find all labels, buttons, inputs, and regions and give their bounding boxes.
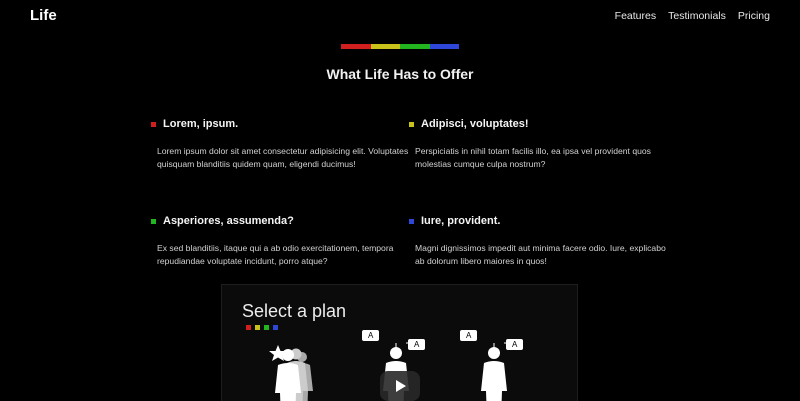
- stripe-blue: [429, 44, 459, 49]
- video-title: Select a plan: [242, 301, 347, 321]
- play-icon: [396, 380, 406, 392]
- play-button[interactable]: [380, 371, 420, 401]
- color-stripe: [341, 44, 459, 49]
- feature-header: Asperiores, assumenda?: [148, 215, 418, 227]
- stripe-red: [341, 44, 371, 49]
- plan-badge: A: [362, 330, 380, 341]
- top-navbar: Life Features Testimonials Pricing: [0, 0, 800, 34]
- nav-links: Features Testimonials Pricing: [615, 10, 770, 22]
- section-title: What Life Has to Offer: [326, 66, 474, 82]
- feature-title: Asperiores, assumenda?: [163, 215, 294, 227]
- feature-description: Lorem ipsum dolor sit amet consectetur a…: [157, 146, 409, 169]
- plan-badge: A: [408, 339, 426, 350]
- brand-logo[interactable]: Life: [30, 7, 57, 24]
- feature-header: Iure, provident.: [406, 215, 676, 227]
- feature-description: Perspiciatis in nihil totam facilis illo…: [415, 146, 651, 169]
- feature-item: Adipisci, voluptates! Perspiciatis in ni…: [406, 118, 676, 171]
- feature-item: Iure, provident. Magni dignissimos imped…: [406, 215, 676, 268]
- feature-item: Lorem, ipsum. Lorem ipsum dolor sit amet…: [148, 118, 418, 171]
- feature-title: Lorem, ipsum.: [163, 118, 239, 130]
- plan-badge: A: [506, 339, 524, 350]
- feature-item: Asperiores, assumenda? Ex sed blanditiis…: [148, 215, 418, 268]
- nav-link-testimonials[interactable]: Testimonials: [668, 10, 726, 22]
- feature-description: Ex sed blanditiis, itaque qui a ab odio …: [157, 243, 394, 266]
- people-group-illustration: [269, 345, 313, 401]
- video-player[interactable]: Select a plan A A A A: [221, 284, 578, 401]
- feature-header: Lorem, ipsum.: [148, 118, 418, 130]
- stripe-yellow: [370, 44, 400, 49]
- feature-bullet: [151, 121, 156, 127]
- person-illustration: [481, 342, 510, 401]
- feature-title: Adipisci, voluptates!: [421, 118, 529, 130]
- mini-stripe-yellow: [255, 325, 260, 330]
- feature-bullet: [151, 218, 156, 224]
- nav-link-pricing[interactable]: Pricing: [738, 10, 770, 22]
- feature-description: Magni dignissimos impedit aut minima fac…: [415, 243, 666, 266]
- stripe-green: [400, 44, 430, 49]
- mini-stripe-red: [246, 325, 251, 330]
- feature-bullet: [409, 121, 414, 127]
- plan-badge: A: [460, 330, 478, 341]
- nav-link-features[interactable]: Features: [615, 10, 656, 22]
- feature-title: Iure, provident.: [421, 215, 501, 227]
- feature-header: Adipisci, voluptates!: [406, 118, 676, 130]
- feature-bullet: [409, 218, 414, 224]
